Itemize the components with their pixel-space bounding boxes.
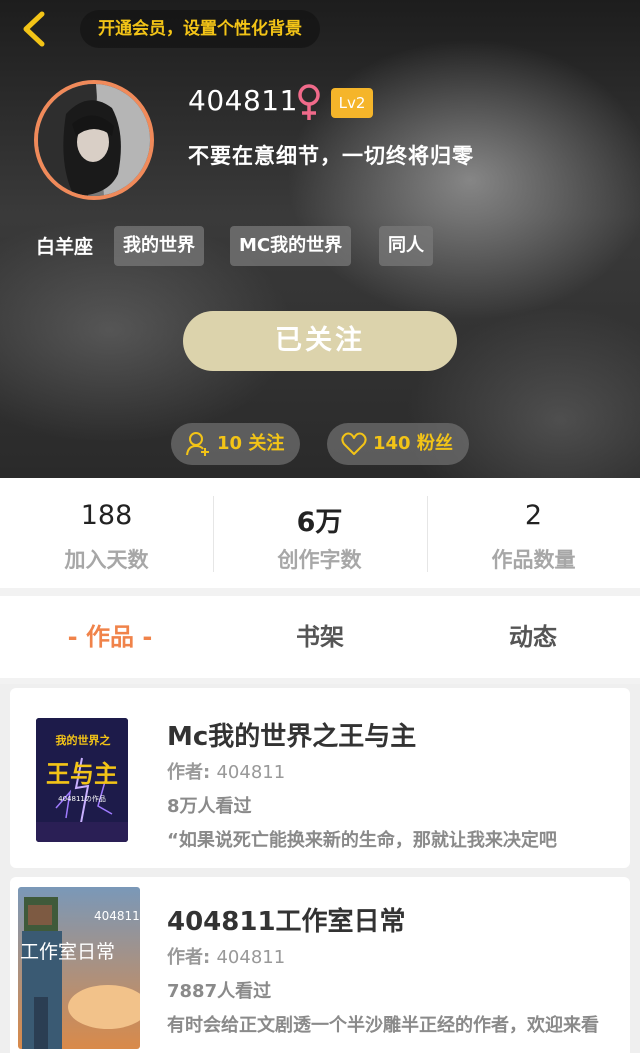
user-add-icon [186,432,209,456]
fans-button[interactable]: 140 粉丝 [327,423,469,465]
stats-row: 188 加入天数 6万 创作字数 2 作品数量 [0,478,640,588]
book-views: 8万人看过 [167,796,252,817]
stat-works-label: 作品数量 [491,548,576,572]
following-count: 10 关注 [217,433,285,454]
author-name: 404811 [216,947,286,968]
stat-words: 6万 创作字数 [213,478,426,588]
stat-works-value: 2 [524,500,543,531]
back-button[interactable] [14,8,54,50]
vip-banner[interactable]: 开通会员，设置个性化背景 [80,10,320,48]
book-card[interactable]: 工作室日常 404811 404811工作室日常 作者: 404811 7887… [10,877,630,1053]
followed-button[interactable]: 已关注 [183,311,457,371]
profile-header: 开通会员，设置个性化背景 404811 Lv2 不要在意细节，一切终将归零 白羊… [0,0,640,478]
chevron-left-icon [23,11,45,47]
book-author: 作者: 404811 [167,758,285,784]
cover-title-small: 我的世界之 [55,734,111,747]
following-button[interactable]: 10 关注 [171,423,300,465]
book-author: 作者: 404811 [167,943,285,969]
book-list: 我的世界之 王与主 404811の作品 Mc我的世界之王与主 作者: 40481… [0,684,640,1053]
tab-bar: - 作品 - 书架 动态 [0,596,640,678]
level-badge: Lv2 [331,88,373,118]
username: 404811 [188,84,298,117]
book-card[interactable]: 我的世界之 王与主 404811の作品 Mc我的世界之王与主 作者: 40481… [10,688,630,868]
cover-author: 404811 [94,909,140,923]
signature: 不要在意细节，一切终将归零 [188,144,474,168]
stat-words-label: 创作字数 [277,548,362,572]
cover-author: 404811の作品 [58,795,106,803]
female-icon [298,84,320,120]
stat-works: 2 作品数量 [427,478,640,588]
tag-fanfic[interactable]: 同人 [379,226,433,266]
tag-mc[interactable]: 我的世界 [114,226,204,266]
profile-page: 开通会员，设置个性化背景 404811 Lv2 不要在意细节，一切终将归零 白羊… [0,0,640,1053]
cover-title: 工作室日常 [20,941,116,963]
book-desc: “如果说死亡能换来新的生命，那就让我来决定吧 [167,830,557,851]
heart-icon [341,432,367,455]
cover-title-big: 王与主 [46,760,118,788]
tab-works[interactable]: - 作品 - [40,596,180,678]
book-title[interactable]: Mc我的世界之王与主 [167,716,416,753]
author-name: 404811 [216,762,286,783]
tab-bookshelf[interactable]: 书架 [250,596,390,678]
book-views: 7887人看过 [167,981,272,1002]
book-cover[interactable]: 工作室日常 404811 [18,887,140,1049]
fans-count: 140 粉丝 [373,433,453,454]
author-label: 作者: [167,947,217,968]
stat-days: 188 加入天数 [0,478,213,588]
stat-days-value: 188 [80,500,133,531]
tab-activity[interactable]: 动态 [463,596,603,678]
tag-mc-world[interactable]: MC我的世界 [230,226,352,266]
constellation: 白羊座 [36,236,94,258]
stat-words-value: 6万 [296,507,343,538]
avatar-image [38,84,150,196]
book-cover[interactable]: 我的世界之 王与主 404811の作品 [36,718,128,842]
book-title[interactable]: 404811工作室日常 [167,901,406,938]
book-desc: 有时会给正文剧透一个半沙雕半正经的作者，欢迎来看 [167,1015,599,1036]
avatar[interactable] [34,80,154,200]
author-label: 作者: [167,762,217,783]
stat-days-label: 加入天数 [64,548,149,572]
